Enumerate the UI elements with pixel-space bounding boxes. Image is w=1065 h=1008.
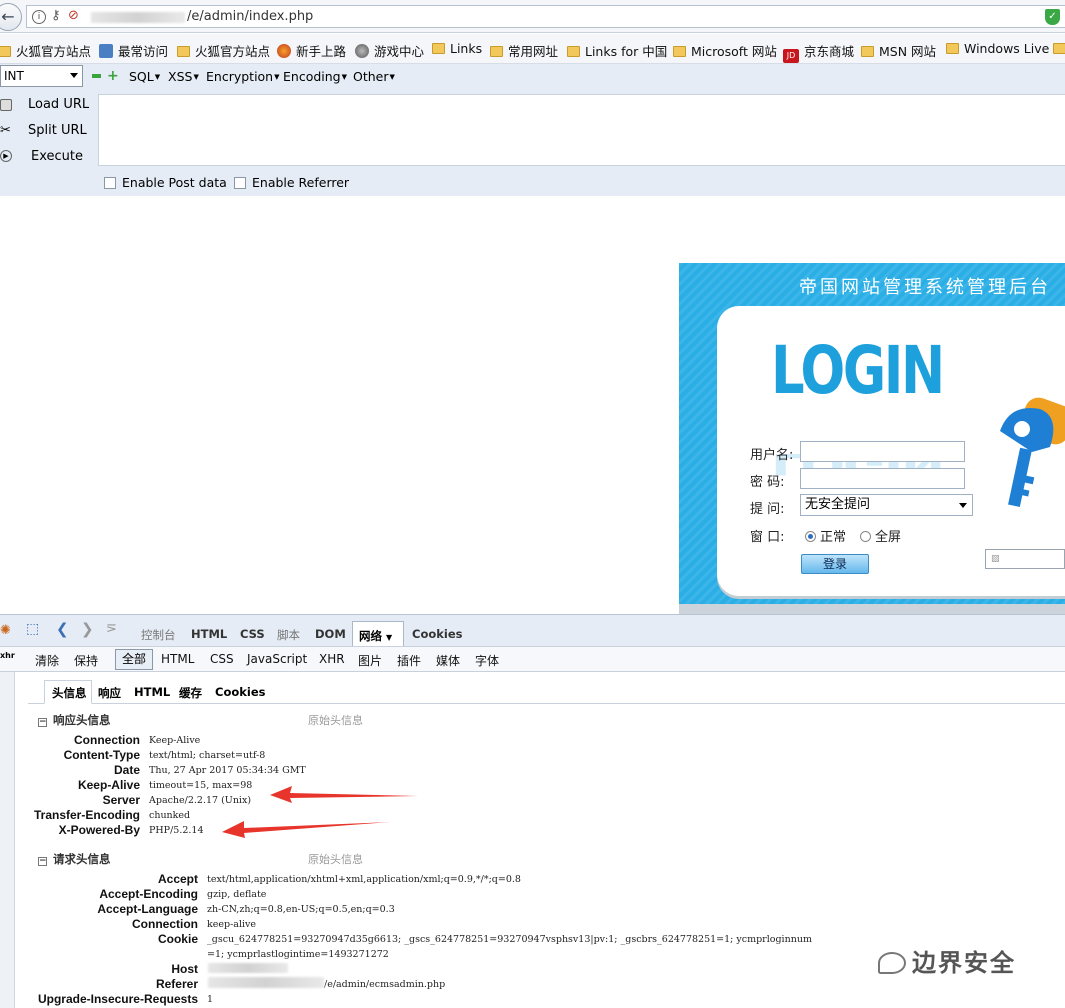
watermark: 边界安全 (878, 943, 1016, 978)
annotation-arrow (270, 786, 418, 803)
wechat-icon (878, 952, 906, 974)
annotation-arrow (222, 821, 390, 838)
annotation-arrows (222, 786, 418, 838)
